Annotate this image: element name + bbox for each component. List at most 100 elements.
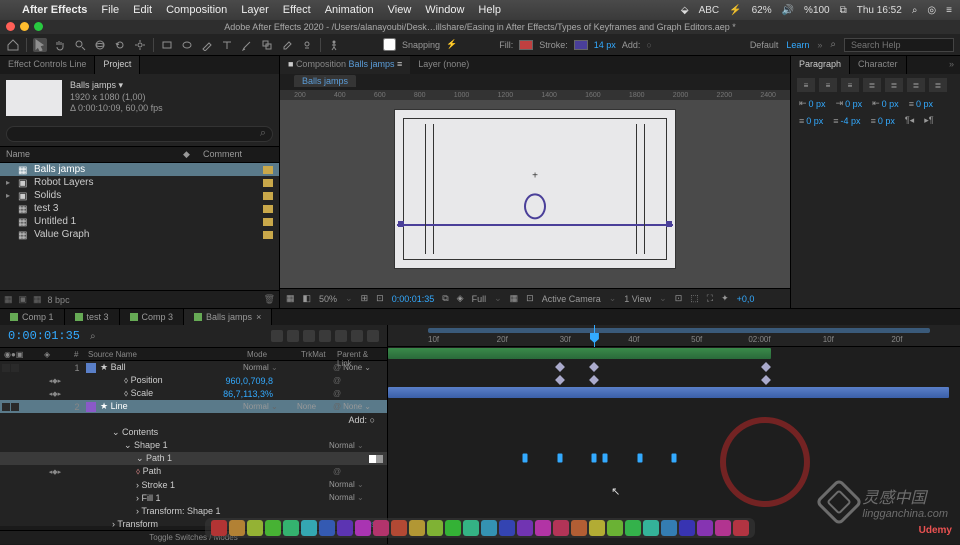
- dock-app[interactable]: [679, 520, 695, 536]
- canvas[interactable]: +: [395, 110, 675, 268]
- dock-app[interactable]: [517, 520, 533, 536]
- res-icon[interactable]: ⊞: [361, 293, 369, 304]
- v1-icon[interactable]: ⊡: [675, 293, 683, 304]
- dock-app[interactable]: [391, 520, 407, 536]
- tab-character[interactable]: Character: [850, 56, 907, 74]
- tab-composition[interactable]: ■ Composition Balls jamps ≡: [280, 56, 410, 74]
- exposure[interactable]: +0,0: [737, 294, 755, 304]
- hand-tool-icon[interactable]: [53, 38, 67, 52]
- tl-ico[interactable]: [367, 330, 379, 342]
- dock-app[interactable]: [499, 520, 515, 536]
- project-search[interactable]: [6, 126, 273, 142]
- folder-icon[interactable]: ▣: [19, 294, 28, 305]
- dock-app[interactable]: [481, 520, 497, 536]
- project-item[interactable]: ▦Value Graph: [0, 228, 279, 241]
- workspace-learn[interactable]: Learn: [786, 40, 809, 50]
- dock-app[interactable]: [463, 520, 479, 536]
- indent-first[interactable]: ⇥ 0 px: [836, 98, 863, 109]
- menu-effect[interactable]: Effect: [283, 4, 311, 16]
- menu-composition[interactable]: Composition: [166, 4, 227, 16]
- dock-app[interactable]: [697, 520, 713, 536]
- dock-app[interactable]: [337, 520, 353, 536]
- tab-layer[interactable]: Layer (none): [410, 56, 477, 74]
- menu-edit[interactable]: Edit: [133, 4, 152, 16]
- tl-ico[interactable]: [287, 330, 299, 342]
- bpc-label[interactable]: 8 bpc: [48, 295, 70, 305]
- new-comp-icon[interactable]: ▦: [33, 294, 42, 305]
- space-after[interactable]: ≡ 0 px: [799, 115, 823, 126]
- roto-tool-icon[interactable]: [300, 38, 314, 52]
- property-row[interactable]: › Stroke 1Normal: [0, 478, 387, 491]
- property-row[interactable]: › Transform: Shape 1: [0, 504, 387, 517]
- tl-ico[interactable]: [351, 330, 363, 342]
- workspace-default[interactable]: Default: [750, 40, 779, 50]
- alpha-icon[interactable]: ◧: [303, 293, 312, 304]
- zoom-tool-icon[interactable]: [73, 38, 87, 52]
- type-tool-icon[interactable]: [220, 38, 234, 52]
- stroke-swatch[interactable]: [574, 40, 588, 50]
- current-time[interactable]: 0:00:01:35: [8, 329, 80, 343]
- property-row[interactable]: ⌄ Shape 1Normal: [0, 439, 387, 452]
- composition-viewport[interactable]: 2004006008001000120014001600180020002200…: [280, 90, 790, 288]
- dock-app[interactable]: [409, 520, 425, 536]
- property-row[interactable]: ◂◆▸⬨ Path@: [0, 465, 387, 478]
- spotlight-icon[interactable]: ⌕: [912, 5, 918, 16]
- ltr-icon[interactable]: ▸¶: [924, 115, 933, 126]
- space-7[interactable]: ≡ 0 px: [871, 115, 895, 126]
- trash-icon[interactable]: 🗑: [264, 294, 275, 305]
- dock-app[interactable]: [265, 520, 281, 536]
- justify-right-icon[interactable]: ≣: [907, 78, 925, 92]
- dock-app[interactable]: [553, 520, 569, 536]
- clone-tool-icon[interactable]: [260, 38, 274, 52]
- traffic-lights[interactable]: [6, 22, 43, 31]
- menu-help[interactable]: Help: [478, 4, 501, 16]
- tab-project[interactable]: Project: [95, 56, 140, 74]
- dock-app[interactable]: [319, 520, 335, 536]
- property-row[interactable]: ◂◆▸⬨ Position960,0,709,8@: [0, 374, 387, 387]
- dock-app[interactable]: [247, 520, 263, 536]
- mag-icon[interactable]: ▦: [286, 293, 295, 304]
- dock-app[interactable]: [211, 520, 227, 536]
- justify-center-icon[interactable]: ≣: [885, 78, 903, 92]
- timeline-tab[interactable]: Balls jamps ×: [184, 309, 272, 325]
- tab-effect-controls[interactable]: Effect Controls Line: [0, 56, 95, 74]
- dock-app[interactable]: [535, 520, 551, 536]
- ellipse-tool-icon[interactable]: [180, 38, 194, 52]
- menu-window[interactable]: Window: [425, 4, 464, 16]
- time-ruler[interactable]: 10f 20f 30f 40f 50f 02:00f 10f 20f: [388, 325, 960, 347]
- v3-icon[interactable]: ⛶: [707, 293, 713, 304]
- timeline-tab[interactable]: Comp 1: [0, 309, 65, 325]
- align-right-icon[interactable]: ≡: [841, 78, 859, 92]
- view-count[interactable]: 1 View: [624, 294, 651, 304]
- project-item[interactable]: ▦Balls jamps: [0, 163, 279, 176]
- selection-tool-icon[interactable]: [33, 38, 47, 52]
- indent-right[interactable]: ⇤ 0 px: [872, 98, 899, 109]
- property-row[interactable]: ⌄ Path 1: [0, 452, 387, 465]
- ch-icon[interactable]: ⊡: [376, 293, 384, 304]
- col-comment[interactable]: Comment: [203, 149, 273, 160]
- mask-icon[interactable]: ⊡: [526, 293, 534, 304]
- search-help-input[interactable]: [844, 38, 954, 52]
- property-row[interactable]: › Fill 1Normal: [0, 491, 387, 504]
- anchor-tool-icon[interactable]: [133, 38, 147, 52]
- zoom-value[interactable]: 50%: [319, 294, 337, 304]
- dock-app[interactable]: [661, 520, 677, 536]
- space-neg[interactable]: ≡ -4 px: [833, 115, 860, 126]
- fill-swatch[interactable]: [519, 40, 533, 50]
- ball-shape[interactable]: [524, 194, 546, 220]
- notif-icon[interactable]: ≡: [946, 5, 952, 16]
- dock-app[interactable]: [715, 520, 731, 536]
- comp-mini-tab[interactable]: Balls jamps: [294, 75, 356, 87]
- layer-row[interactable]: 1★ BallNormal@None ⌄: [0, 361, 387, 374]
- dock-app[interactable]: [445, 520, 461, 536]
- grid-icon[interactable]: ▦: [510, 293, 519, 304]
- timeline-tracks[interactable]: ↖: [388, 347, 960, 544]
- project-item[interactable]: ▸▣Robot Layers: [0, 176, 279, 189]
- dock-app[interactable]: [733, 520, 749, 536]
- property-row[interactable]: ⌄ Contents: [0, 426, 387, 439]
- layer-row[interactable]: 2★ LineNormalNone@None ⌄: [0, 400, 387, 413]
- tl-ico[interactable]: [271, 330, 283, 342]
- rect-tool-icon[interactable]: [160, 38, 174, 52]
- status-input[interactable]: ABC: [699, 5, 720, 16]
- line-shape[interactable]: [397, 224, 673, 226]
